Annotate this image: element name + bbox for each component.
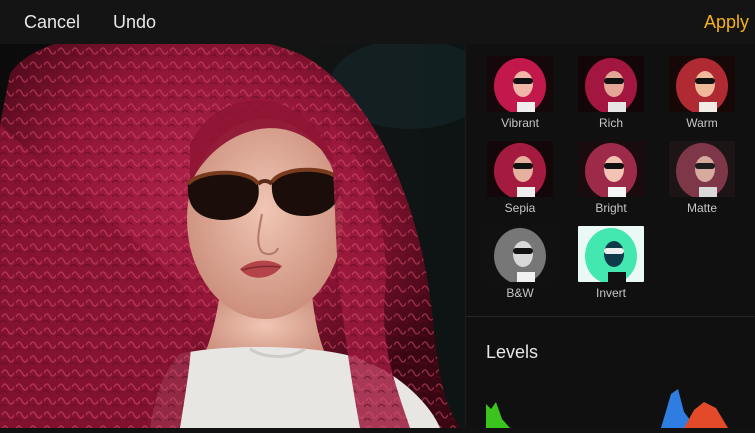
- filter-warm[interactable]: Warm: [666, 56, 738, 130]
- filter-label: Rich: [598, 116, 623, 130]
- histogram-red-channel: [684, 402, 728, 428]
- filter-thumbnail: [578, 141, 644, 197]
- photo-canvas[interactable]: [0, 44, 465, 428]
- histogram-green-channel: [486, 402, 510, 428]
- filter-label: Invert: [595, 286, 626, 300]
- top-toolbar: Cancel Undo Apply: [0, 0, 755, 45]
- filter-bw[interactable]: B&W: [484, 226, 556, 300]
- filter-rich[interactable]: Rich: [575, 56, 647, 130]
- filter-bright[interactable]: Bright: [575, 141, 647, 215]
- filter-label: Vibrant: [501, 116, 539, 130]
- apply-button[interactable]: Apply: [704, 12, 749, 33]
- filter-label: Matte: [686, 201, 717, 215]
- filter-thumbnail: [487, 141, 553, 197]
- filter-label: Bright: [595, 201, 627, 215]
- filter-thumbnail: [669, 141, 735, 197]
- filter-thumbnail: [487, 226, 553, 282]
- undo-button[interactable]: Undo: [113, 12, 156, 33]
- filter-matte[interactable]: Matte: [666, 141, 738, 215]
- filter-label: Sepia: [504, 201, 536, 215]
- filter-thumbnail: [578, 226, 644, 282]
- filter-thumbnail: [487, 56, 553, 112]
- filter-sepia[interactable]: Sepia: [484, 141, 556, 215]
- filter-thumbnail: [578, 56, 644, 112]
- filter-label: Warm: [686, 116, 718, 130]
- filter-thumbnail: [669, 56, 735, 112]
- levels-title: Levels: [486, 342, 539, 362]
- levels-histogram[interactable]: [466, 384, 755, 428]
- adjustments-panel: Vibrant Rich Warm Sepia Bright Matte B&W…: [465, 44, 755, 428]
- filter-invert[interactable]: Invert: [575, 226, 647, 300]
- filter-vibrant[interactable]: Vibrant: [484, 56, 556, 130]
- edited-photo: [0, 44, 465, 428]
- filter-grid: Vibrant Rich Warm Sepia Bright Matte B&W…: [466, 44, 755, 316]
- filter-label: B&W: [506, 286, 534, 300]
- panel-divider: [466, 316, 755, 317]
- cancel-button[interactable]: Cancel: [24, 12, 80, 33]
